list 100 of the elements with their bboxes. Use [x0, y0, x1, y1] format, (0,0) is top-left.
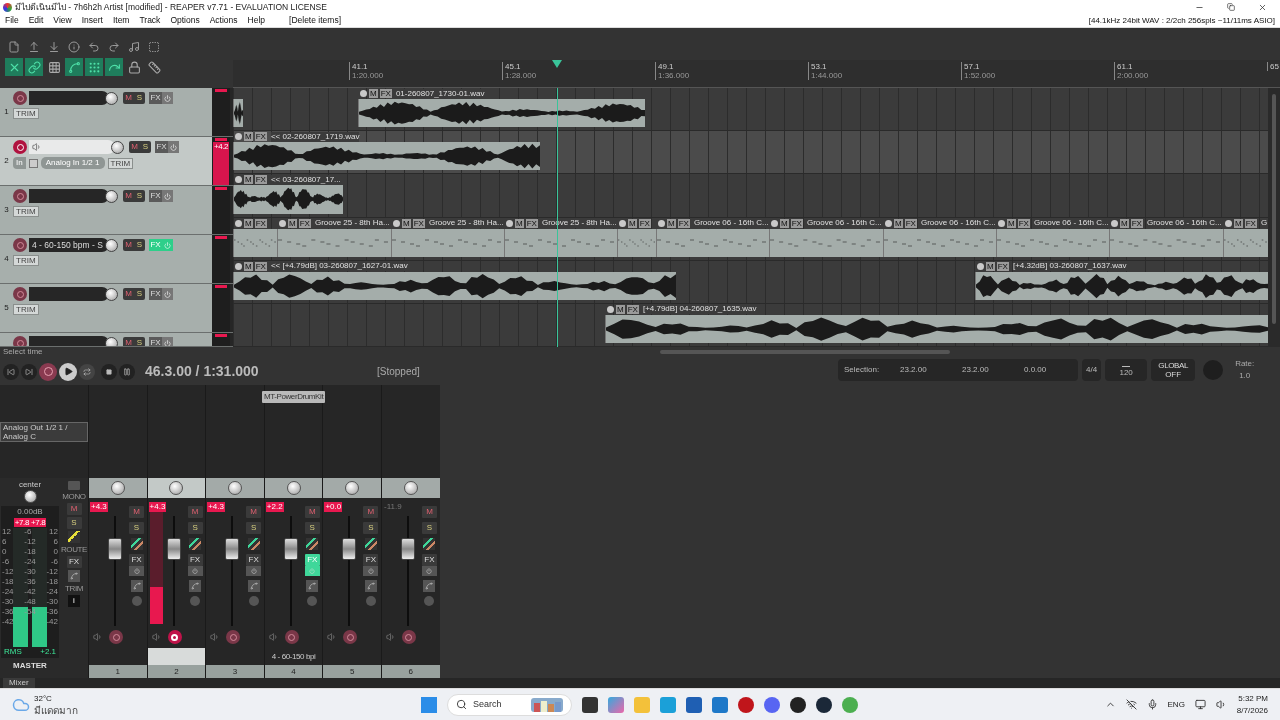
mute-button[interactable]: M [129, 506, 144, 518]
track-name-field[interactable]: 4 - 60-150 bpm - S [29, 238, 109, 252]
solo-button[interactable]: S [140, 141, 151, 153]
trim-button[interactable]: TRIM [13, 304, 39, 315]
item-fx-button[interactable]: FX [379, 89, 392, 98]
browser-icon[interactable] [660, 696, 676, 713]
info-icon[interactable] [65, 39, 83, 55]
media-item[interactable] [605, 314, 1268, 344]
envelope-button[interactable] [68, 570, 80, 582]
automation-mode-field[interactable]: GLOBAL OFF [1151, 359, 1196, 381]
trim-button[interactable]: TRIM [13, 108, 39, 119]
menu-item[interactable]: Help [247, 14, 266, 27]
pan-knob[interactable] [286, 481, 301, 495]
solo-button[interactable]: S [246, 522, 262, 534]
solo-button[interactable]: S [134, 288, 145, 300]
fx-bypass-button[interactable] [187, 566, 203, 576]
menu-item[interactable]: Insert [81, 14, 103, 27]
item-mute-button[interactable]: M [244, 175, 253, 185]
solo-button[interactable]: S [134, 92, 145, 104]
mute-button[interactable]: M [66, 503, 82, 515]
item-fx-button[interactable]: FX [254, 132, 267, 142]
track-header[interactable]: 4 4 - 60-150 bpm - S M S FX TRIM [0, 235, 212, 283]
mute-button[interactable]: M [123, 92, 134, 104]
play-button[interactable] [59, 362, 77, 381]
microphone-icon[interactable] [1146, 699, 1158, 710]
media-item[interactable] [233, 185, 343, 214]
volume-fader[interactable] [166, 538, 181, 560]
solo-button[interactable]: S [421, 522, 437, 534]
mute-button[interactable]: M [129, 141, 140, 153]
envelope-button[interactable] [130, 580, 143, 592]
pan-knob[interactable] [403, 481, 418, 495]
menu-item[interactable]: Edit [28, 14, 44, 27]
menu-item[interactable]: [Delete items] [289, 14, 341, 27]
envelope-icon[interactable] [65, 58, 83, 76]
mute-button[interactable]: M [123, 190, 134, 202]
envelope-button[interactable] [189, 580, 202, 592]
volume-icon[interactable] [1215, 699, 1227, 710]
menu-item[interactable]: File [5, 14, 19, 27]
route-icon[interactable] [306, 538, 319, 550]
volume-knob[interactable] [105, 91, 118, 105]
fx-button[interactable]: FX [187, 554, 203, 566]
item-fx-button[interactable]: FX [525, 218, 538, 228]
go-to-end-button[interactable] [21, 363, 37, 380]
mixer-tab[interactable]: Mixer [3, 678, 35, 688]
volume-fader[interactable] [400, 538, 415, 560]
item-fx-button[interactable]: FX [298, 218, 311, 228]
volume-fader[interactable] [108, 538, 122, 560]
item-mute-button[interactable]: M [1120, 218, 1129, 228]
item-mute-button[interactable]: M [628, 218, 637, 228]
item-mute-button[interactable]: M [780, 218, 789, 228]
search-field[interactable]: Search [447, 693, 572, 716]
info-button[interactable]: i [68, 595, 80, 607]
snap-grid-icon[interactable] [85, 58, 103, 76]
fx-button[interactable]: FX [246, 554, 262, 566]
vertical-scrollbar[interactable] [1268, 88, 1280, 347]
item-mute-button[interactable]: M [1007, 218, 1016, 228]
record-button[interactable] [39, 362, 57, 381]
media-item[interactable] [975, 271, 1268, 300]
mute-button[interactable]: M [304, 506, 320, 518]
track-header[interactable]: 1 M S FX TRIM [0, 88, 212, 136]
item-fx-button[interactable]: FX [790, 218, 803, 228]
envelope-button[interactable] [306, 580, 319, 592]
item-fx-button[interactable]: FX [254, 175, 267, 185]
item-mute-button[interactable]: M [894, 218, 903, 228]
item-mute-button[interactable]: M [986, 261, 995, 271]
item-fx-button[interactable]: FX [254, 218, 267, 228]
ruler-icon[interactable] [145, 58, 163, 76]
time-signature-field[interactable]: 4/4 [1082, 359, 1102, 381]
solo-button[interactable]: S [363, 522, 379, 534]
volume-knob[interactable] [111, 140, 124, 154]
fx-bypass-button[interactable] [421, 566, 437, 576]
restore-icon[interactable] [1227, 3, 1235, 11]
item-fx-button[interactable]: FX [996, 261, 1009, 271]
windows-start-icon[interactable] [421, 696, 437, 713]
item-mute-button[interactable]: M [616, 304, 625, 314]
network-icon[interactable] [1125, 699, 1137, 710]
tempo-field[interactable]: 120 [1105, 359, 1148, 381]
track-header[interactable]: M S FX [0, 333, 212, 346]
record-app-icon[interactable] [738, 696, 754, 713]
menu-item[interactable]: Item [112, 14, 130, 27]
media-item[interactable] [233, 228, 277, 257]
fx-button[interactable]: FX [363, 554, 379, 566]
item-fx-button[interactable]: FX [638, 218, 651, 228]
trim-button[interactable]: TRIM [13, 255, 39, 266]
output-field[interactable]: Analog Out 1/2 1 / Analog C [0, 421, 88, 442]
track-header[interactable]: 2 M S FX In Analog In 1/2 1 TRIM [0, 137, 212, 185]
copilot-icon[interactable] [608, 696, 624, 713]
volume-fader[interactable] [342, 538, 357, 560]
fx-bypass-button[interactable] [363, 566, 379, 576]
item-fx-button[interactable]: FX [412, 218, 425, 228]
track-header[interactable]: 3 M S FX TRIM [0, 186, 212, 234]
media-item[interactable] [358, 99, 645, 128]
mute-button[interactable]: M [123, 239, 134, 251]
mute-button[interactable]: M [363, 506, 379, 518]
fx-bypass-button[interactable] [304, 566, 320, 576]
fx-button[interactable]: FX [129, 554, 144, 566]
clock[interactable]: 5:32 PM 8/7/2026 [1236, 692, 1268, 717]
mail-icon[interactable] [712, 696, 728, 713]
item-mute-button[interactable]: M [244, 218, 253, 228]
item-fx-button[interactable]: FX [677, 218, 690, 228]
